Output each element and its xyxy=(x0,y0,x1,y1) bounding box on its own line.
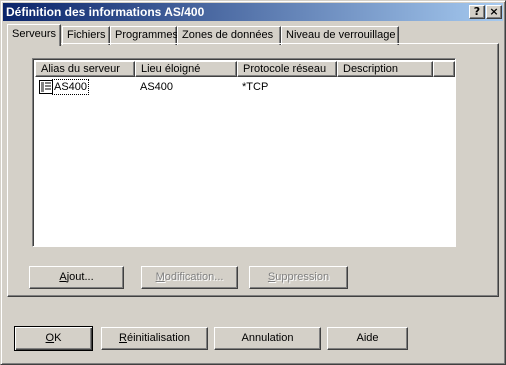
cell-lieu: AS400 xyxy=(140,81,174,93)
dialog-window: Définition des informations AS/400 ? × S… xyxy=(0,0,506,365)
table-row[interactable]: AS400 AS400 *TCP xyxy=(35,79,453,95)
reset-button[interactable]: Réinitialisation xyxy=(101,327,208,350)
ok-button[interactable]: OK xyxy=(14,326,93,351)
tab-serveurs[interactable]: Serveurs xyxy=(7,24,61,46)
help-dialog-button[interactable]: Aide xyxy=(327,327,408,350)
tab-panel-serveurs: Alias du serveur Lieu éloigné Protocole … xyxy=(7,43,499,297)
list-header: Alias du serveur Lieu éloigné Protocole … xyxy=(35,61,455,77)
modify-button[interactable]: Modification... xyxy=(141,266,238,289)
delete-button[interactable]: Suppression xyxy=(249,266,348,289)
server-list[interactable]: Alias du serveur Lieu éloigné Protocole … xyxy=(32,58,456,247)
window-title: Définition des informations AS/400 xyxy=(6,5,205,19)
cancel-button[interactable]: Annulation xyxy=(214,327,321,350)
title-bar[interactable]: Définition des informations AS/400 ? × xyxy=(3,3,503,21)
column-header-protocole[interactable]: Protocole réseau xyxy=(237,61,337,77)
column-header-filler xyxy=(433,61,455,77)
column-header-lieu[interactable]: Lieu éloigné xyxy=(135,61,237,77)
cell-protocole: *TCP xyxy=(242,81,269,93)
server-icon xyxy=(39,80,53,94)
column-header-alias[interactable]: Alias du serveur xyxy=(35,61,135,77)
cell-alias: AS400 xyxy=(51,79,90,95)
help-button[interactable]: ? xyxy=(469,5,485,19)
column-header-description[interactable]: Description xyxy=(337,61,433,77)
close-button[interactable]: × xyxy=(486,5,502,19)
add-button[interactable]: Ajout... xyxy=(29,266,124,289)
